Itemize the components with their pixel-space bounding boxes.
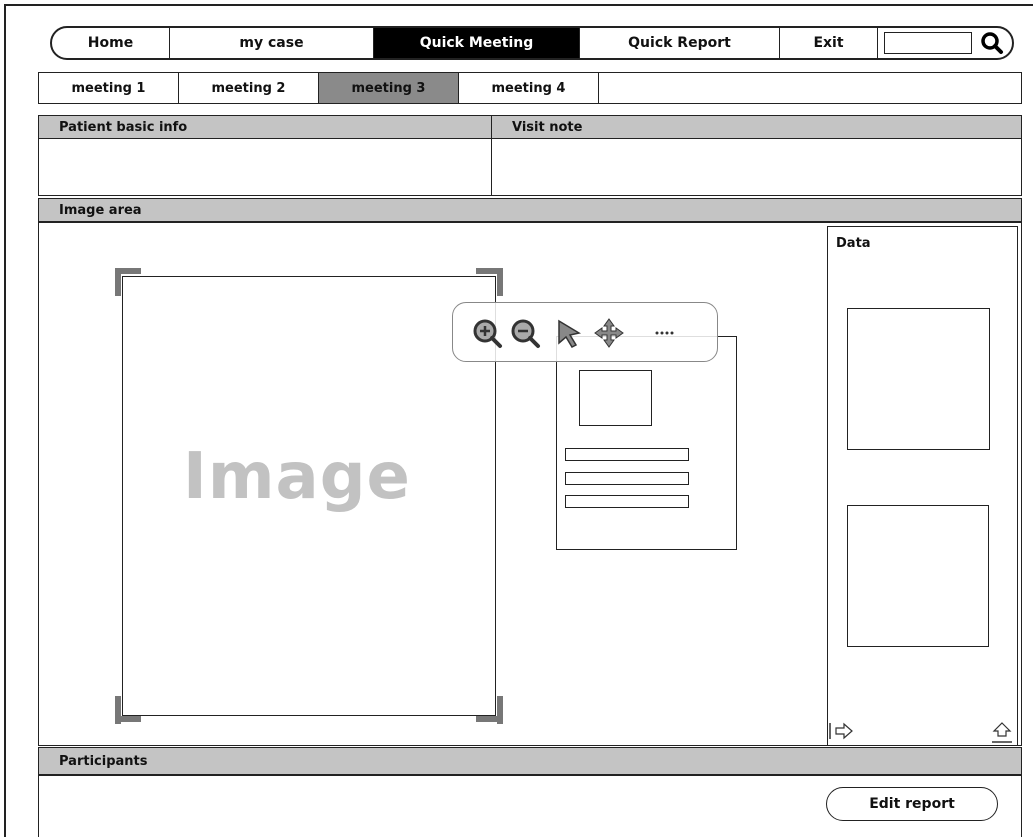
image-placeholder-label: Image: [183, 440, 411, 514]
data-panel-title: Data: [836, 236, 871, 251]
document-preview[interactable]: [556, 336, 737, 550]
image-area-header: Image area: [38, 198, 1022, 222]
search-icon[interactable]: [980, 31, 1004, 55]
patient-info-content[interactable]: [38, 138, 492, 196]
edit-report-button[interactable]: Edit report: [826, 787, 998, 821]
meeting-tabs: meeting 1 meeting 2 meeting 3 meeting 4: [38, 72, 1022, 104]
pointer-icon[interactable]: [553, 317, 585, 349]
data-panel: [827, 226, 1018, 746]
nav-my-case[interactable]: my case: [170, 28, 374, 58]
nav-home[interactable]: Home: [52, 28, 170, 58]
patient-info-header: Patient basic info: [38, 115, 492, 139]
data-thumbnail-2[interactable]: [847, 505, 989, 647]
more-icon[interactable]: [649, 317, 681, 349]
data-thumbnail-1[interactable]: [847, 308, 990, 450]
main-navigation: Home my case Quick Meeting Quick Report …: [50, 26, 1014, 60]
search-area: [878, 28, 1012, 58]
document-line-2: [565, 472, 689, 485]
search-input[interactable]: [884, 32, 972, 54]
participants-header: Participants: [38, 747, 1022, 775]
nav-quick-meeting[interactable]: Quick Meeting: [374, 28, 580, 58]
visit-note-header: Visit note: [491, 115, 1022, 139]
zoom-out-icon[interactable]: [509, 317, 541, 349]
resize-handle-top-left-h[interactable]: [115, 268, 141, 274]
resize-handle-bottom-right-h[interactable]: [476, 716, 502, 722]
document-line-1: [565, 448, 689, 461]
tab-meeting-4[interactable]: meeting 4: [459, 73, 599, 103]
visit-note-content[interactable]: [491, 138, 1022, 196]
resize-handle-bottom-left-h[interactable]: [115, 716, 141, 722]
tab-meeting-3[interactable]: meeting 3: [319, 73, 459, 103]
nav-quick-report[interactable]: Quick Report: [580, 28, 780, 58]
tab-meeting-2[interactable]: meeting 2: [179, 73, 319, 103]
zoom-in-icon[interactable]: [471, 317, 503, 349]
document-thumbnail: [579, 370, 652, 426]
document-line-3: [565, 495, 689, 508]
move-icon[interactable]: [593, 317, 625, 349]
nav-exit[interactable]: Exit: [780, 28, 878, 58]
resize-handle-top-right-h[interactable]: [476, 268, 502, 274]
tab-meeting-1[interactable]: meeting 1: [39, 73, 179, 103]
image-toolbar: [452, 302, 718, 362]
expand-panel-icon[interactable]: [828, 721, 856, 741]
